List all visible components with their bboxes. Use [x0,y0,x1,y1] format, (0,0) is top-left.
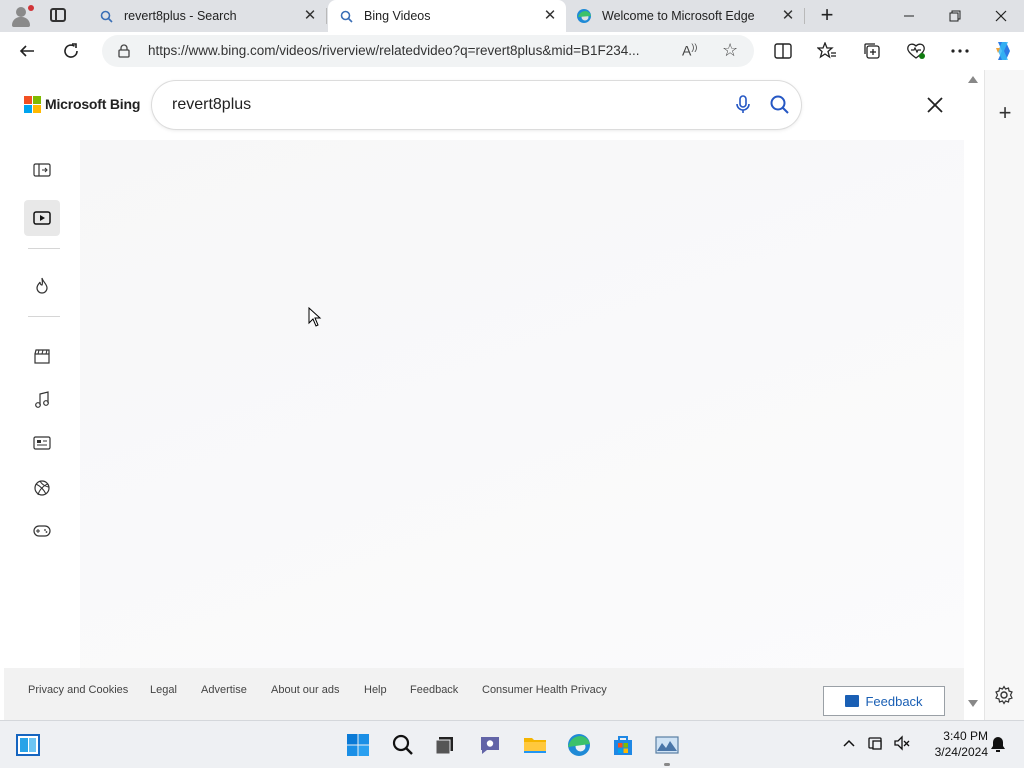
footer: Privacy and Cookies Legal Advertise Abou… [4,668,964,720]
address-bar[interactable]: https://www.bing.com/videos/riverview/re… [102,35,754,67]
scroll-up-arrow-icon[interactable] [968,76,978,83]
tab-divider [326,8,327,24]
settings-more-icon[interactable] [945,36,975,66]
favorite-star-icon[interactable]: ☆ [722,40,738,61]
sidebar-expand-icon[interactable] [24,152,60,188]
microphone-icon[interactable] [732,93,754,117]
tab-title: revert8plus - Search [124,9,237,23]
footer-link-feedback[interactable]: Feedback [410,684,458,696]
edge-browser-icon[interactable] [565,731,593,759]
close-tab-icon[interactable]: ✕ [302,8,318,24]
feedback-button[interactable]: Feedback [823,686,945,716]
task-view-icon[interactable] [432,731,460,759]
minimize-button[interactable] [886,0,932,32]
flame-icon[interactable] [24,268,60,304]
bing-videos-page: Microsoft Bing revert8plus Privacy and C… [0,70,964,720]
search-icon [338,8,354,24]
footer-link-help[interactable]: Help [364,684,387,696]
chat-bubble-icon [845,695,860,707]
gear-icon[interactable] [994,685,1016,707]
microsoft-store-icon[interactable] [609,731,637,759]
add-sidebar-app-icon[interactable]: + [994,100,1016,126]
close-tab-icon[interactable]: ✕ [780,8,796,24]
tab-title: Welcome to Microsoft Edge [602,9,755,23]
windows-taskbar: 3:40 PM 3/24/2024 [0,720,1024,768]
collections-icon[interactable] [857,36,887,66]
basketball-icon[interactable] [24,470,60,506]
search-icon[interactable] [389,731,417,759]
lock-icon[interactable] [118,44,130,63]
back-button[interactable] [12,36,42,66]
profile-avatar[interactable] [8,4,36,28]
tab-actions-icon[interactable] [50,8,66,22]
widgets-icon[interactable] [14,731,42,759]
clock-time: 3:40 PM [943,729,988,743]
edge-sidebar: + [984,70,1024,720]
search-icon[interactable] [768,93,792,117]
clapperboard-icon[interactable] [24,338,60,374]
clock-date: 3/24/2024 [934,745,988,759]
microsoft-logo-icon [24,96,41,113]
footer-link-advertise[interactable]: Advertise [201,684,247,696]
network-icon[interactable] [867,734,885,755]
start-button[interactable] [344,731,372,759]
running-indicator [664,763,670,766]
search-box[interactable] [152,81,801,129]
mouse-cursor-icon [308,306,322,332]
chevron-up-icon[interactable] [842,737,856,751]
new-tab-button[interactable]: + [816,4,838,26]
volume-muted-icon[interactable] [893,734,911,755]
browser-toolbar: https://www.bing.com/videos/riverview/re… [0,32,1024,70]
photos-app-icon[interactable] [653,731,681,759]
close-icon[interactable] [922,92,948,118]
close-window-button[interactable] [978,0,1024,32]
tab-title: Bing Videos [364,9,431,23]
restore-button[interactable] [932,0,978,32]
read-aloud-icon[interactable]: A)) [682,42,697,59]
tab-bing-videos[interactable]: Bing Videos ✕ [328,0,566,32]
video-player-area[interactable] [80,140,964,668]
nav-divider [28,316,60,317]
tab-revert8plus-search[interactable]: revert8plus - Search ✕ [88,0,326,32]
search-icon [98,8,114,24]
page-scrollbar[interactable] [964,70,982,720]
notification-center-icon[interactable] [990,735,1006,756]
feedback-label: Feedback [865,693,923,709]
gamepad-icon[interactable] [24,513,60,549]
brand-name: Microsoft Bing [45,96,141,112]
news-icon[interactable] [24,425,60,461]
favorites-icon[interactable] [812,36,842,66]
tab-welcome-edge[interactable]: Welcome to Microsoft Edge ✕ [566,0,804,32]
teams-chat-icon[interactable] [476,731,504,759]
close-tab-icon[interactable]: ✕ [542,8,558,24]
file-explorer-icon[interactable] [521,731,549,759]
browser-essentials-icon[interactable] [901,36,931,66]
edge-icon [576,8,592,24]
footer-link-health-privacy[interactable]: Consumer Health Privacy [482,684,607,696]
tab-divider [804,8,805,24]
scroll-down-arrow-icon[interactable] [968,700,978,707]
bing-logo[interactable]: Microsoft Bing [24,96,141,113]
nav-divider [28,248,60,249]
system-clock[interactable]: 3:40 PM 3/24/2024 [918,728,988,760]
copilot-icon[interactable] [988,36,1018,66]
search-input[interactable] [172,93,712,117]
tab-strip: revert8plus - Search ✕ Bing Videos ✕ Wel… [0,0,1024,32]
footer-link-about-ads[interactable]: About our ads [271,684,340,696]
video-icon[interactable] [24,200,60,236]
footer-link-privacy[interactable]: Privacy and Cookies [28,684,128,696]
notification-dot [28,5,34,11]
split-screen-icon[interactable] [768,36,798,66]
refresh-button[interactable] [56,36,86,66]
url-text[interactable]: https://www.bing.com/videos/riverview/re… [148,43,678,58]
music-note-icon[interactable] [24,382,60,418]
footer-link-legal[interactable]: Legal [150,684,177,696]
